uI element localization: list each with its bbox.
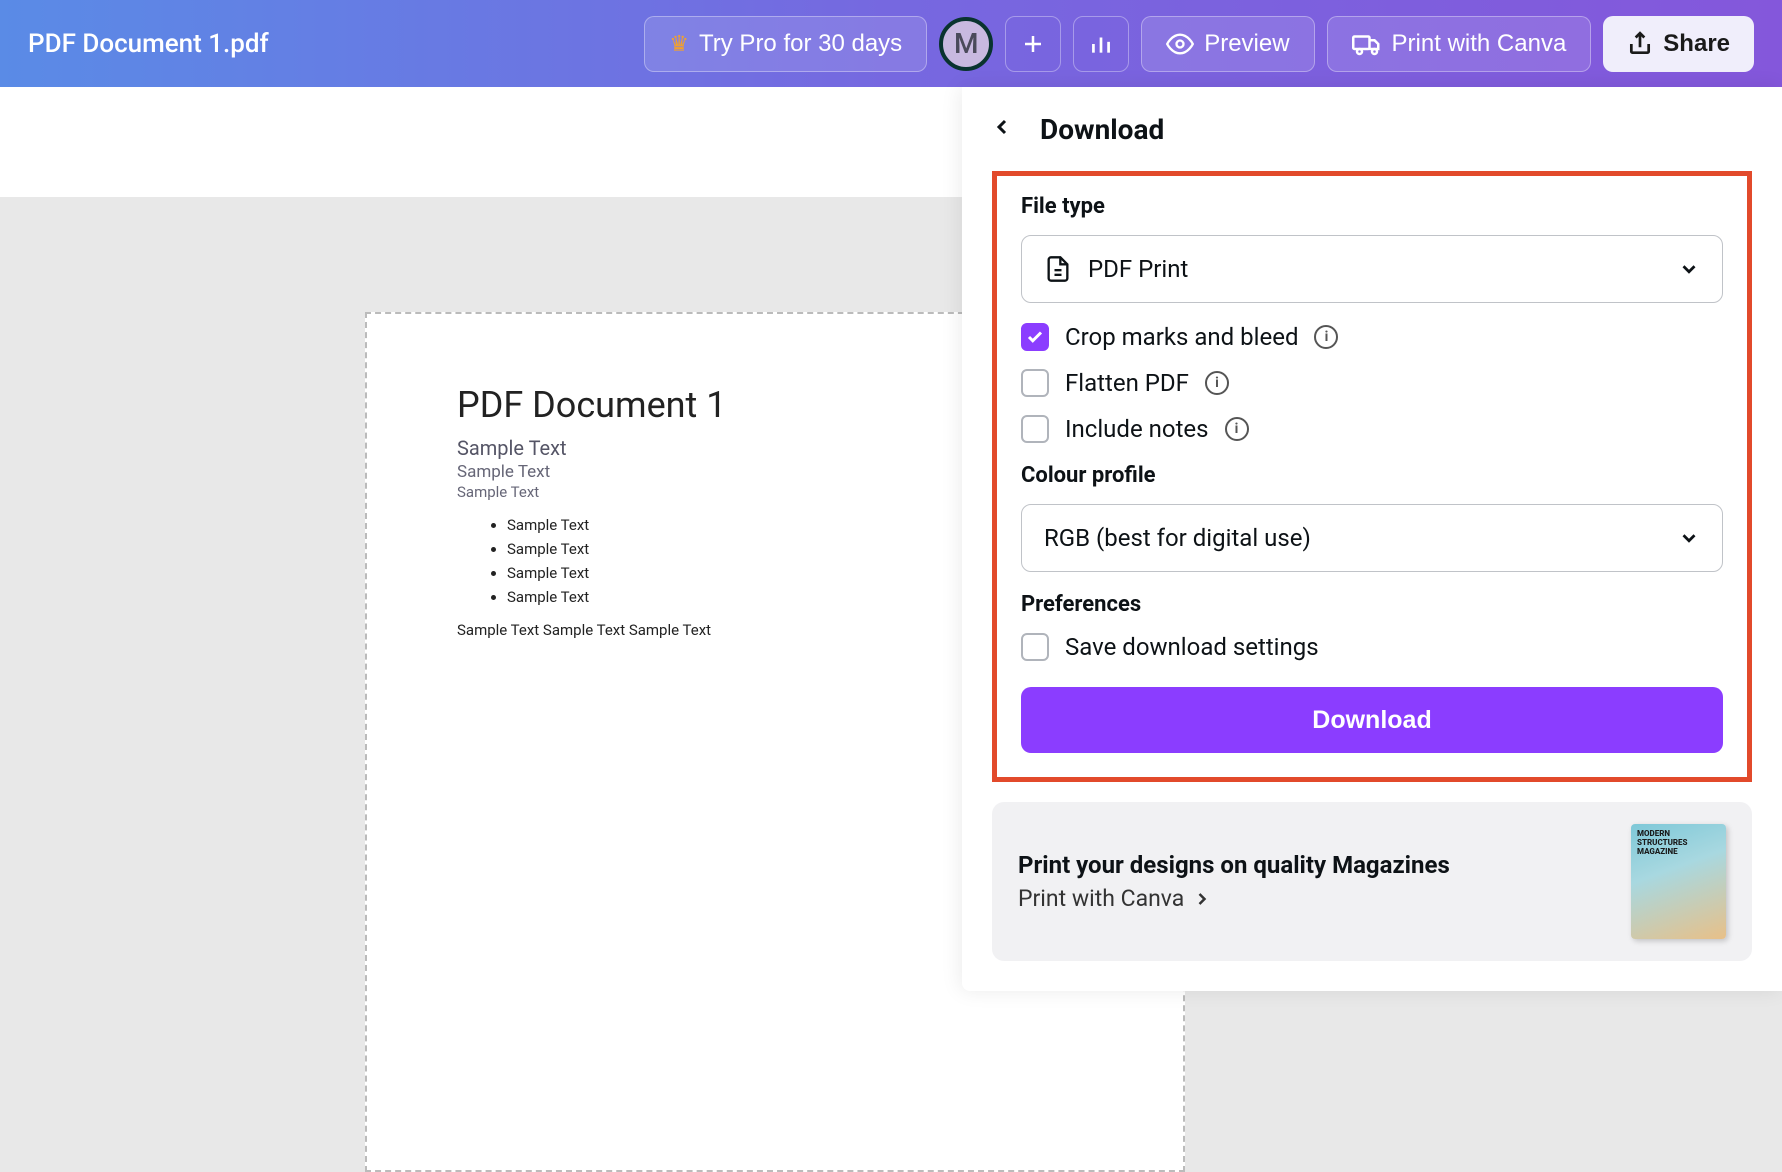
plus-icon (1021, 32, 1045, 56)
colour-profile-select[interactable]: RGB (best for digital use) (1021, 504, 1723, 572)
save-settings-row: Save download settings (1021, 633, 1723, 661)
include-notes-checkbox[interactable] (1021, 415, 1049, 443)
colour-profile-label: Colour profile (1021, 463, 1723, 488)
info-icon[interactable]: i (1314, 325, 1338, 349)
promo-link[interactable]: Print with Canva (1018, 885, 1611, 912)
flatten-label: Flatten PDF (1065, 369, 1189, 397)
flatten-checkbox[interactable] (1021, 369, 1049, 397)
document-title[interactable]: PDF Document 1.pdf (28, 29, 269, 59)
promo-thumb-text: MODERN STRUCTURES MAGAZINE (1637, 830, 1720, 856)
chevron-left-icon (990, 115, 1014, 139)
download-button[interactable]: Download (1021, 687, 1723, 753)
eye-icon (1166, 30, 1194, 58)
chevron-right-icon (1192, 889, 1212, 909)
promo-card[interactable]: Print your designs on quality Magazines … (992, 802, 1752, 961)
colour-profile-value: RGB (best for digital use) (1044, 524, 1662, 552)
app-header: PDF Document 1.pdf ♛ Try Pro for 30 days… (0, 0, 1782, 87)
try-pro-label: Try Pro for 30 days (699, 30, 902, 58)
try-pro-button[interactable]: ♛ Try Pro for 30 days (644, 16, 927, 72)
file-type-select[interactable]: PDF Print (1021, 235, 1723, 303)
promo-link-label: Print with Canva (1018, 885, 1184, 912)
file-type-value: PDF Print (1088, 255, 1662, 283)
chevron-down-icon (1678, 258, 1700, 280)
include-notes-row: Include notes i (1021, 415, 1723, 443)
print-canva-button[interactable]: Print with Canva (1327, 16, 1592, 72)
panel-body-highlighted: File type PDF Print Crop marks and bleed… (992, 171, 1752, 782)
panel-header: Download (962, 87, 1782, 171)
print-canva-label: Print with Canva (1392, 30, 1567, 58)
crop-marks-label: Crop marks and bleed (1065, 323, 1298, 351)
flatten-row: Flatten PDF i (1021, 369, 1723, 397)
check-icon (1026, 328, 1044, 346)
analytics-button[interactable] (1073, 16, 1129, 72)
user-avatar[interactable]: M (939, 17, 993, 71)
avatar-letter: M (954, 27, 979, 60)
download-panel: Download File type PDF Print Crop marks … (962, 87, 1782, 991)
crop-marks-checkbox[interactable] (1021, 323, 1049, 351)
panel-title: Download (1040, 113, 1164, 146)
promo-thumbnail: MODERN STRUCTURES MAGAZINE (1631, 824, 1726, 939)
preview-button[interactable]: Preview (1141, 16, 1314, 72)
crop-marks-row: Crop marks and bleed i (1021, 323, 1723, 351)
share-button[interactable]: Share (1603, 16, 1754, 72)
file-type-label: File type (1021, 194, 1723, 219)
share-icon (1627, 31, 1653, 57)
preferences-label: Preferences (1021, 592, 1723, 617)
promo-text: Print your designs on quality Magazines … (1018, 851, 1611, 912)
chart-icon (1088, 31, 1114, 57)
info-icon[interactable]: i (1205, 371, 1229, 395)
save-settings-label: Save download settings (1065, 633, 1319, 661)
truck-icon (1352, 29, 1382, 59)
add-member-button[interactable] (1005, 16, 1061, 72)
file-icon (1044, 254, 1072, 284)
info-icon[interactable]: i (1225, 417, 1249, 441)
share-label: Share (1663, 30, 1730, 58)
back-button[interactable] (982, 107, 1022, 151)
crown-icon: ♛ (669, 31, 689, 57)
preview-label: Preview (1204, 30, 1289, 58)
save-settings-checkbox[interactable] (1021, 633, 1049, 661)
promo-title: Print your designs on quality Magazines (1018, 851, 1611, 879)
include-notes-label: Include notes (1065, 415, 1209, 443)
chevron-down-icon (1678, 527, 1700, 549)
